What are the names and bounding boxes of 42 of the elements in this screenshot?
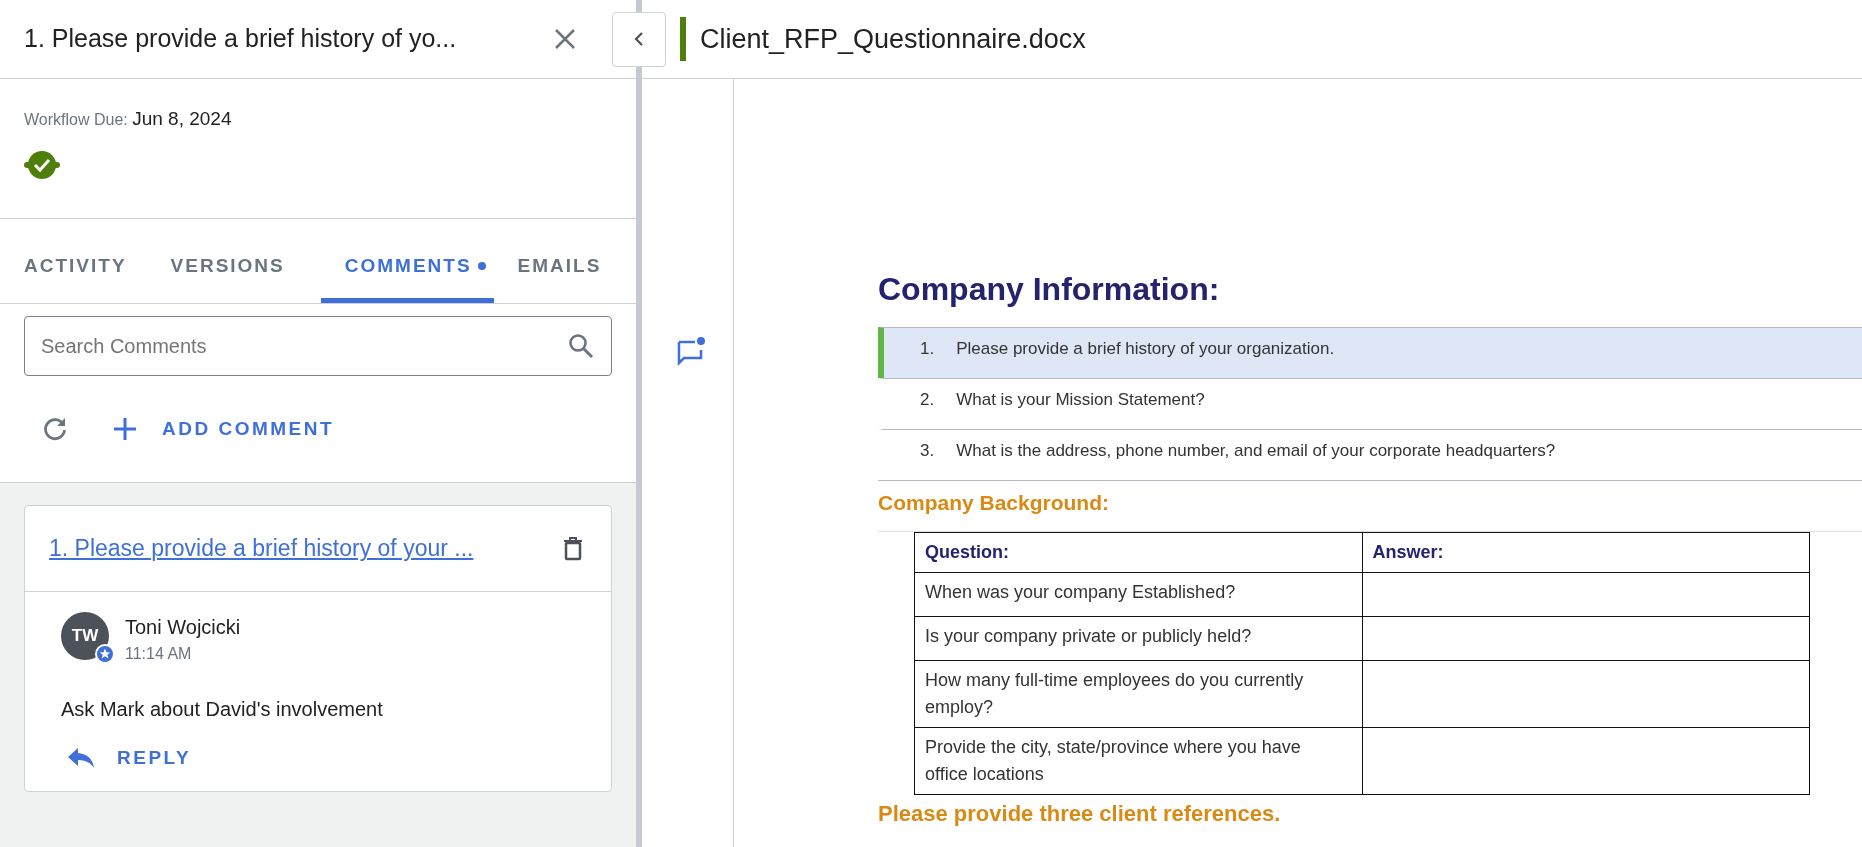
tab[interactable]: COMMENTS: [320, 251, 494, 303]
add-comment-button[interactable]: ADD COMMENT: [112, 414, 335, 444]
refresh-icon: [42, 416, 68, 442]
comment-title-link[interactable]: 1. Please provide a brief history of your ...: [49, 531, 539, 566]
question-text: What is the address, phone number, and email of your corporate headquarters?: [956, 440, 1556, 462]
list-number: 3.: [920, 440, 935, 462]
reply-icon: [67, 747, 95, 770]
file-status-bar: [680, 17, 686, 61]
reply-button[interactable]: REPLY: [61, 744, 192, 773]
question-text: Please provide a brief history of your organization.: [956, 338, 1335, 360]
tab[interactable]: EMAILS: [517, 251, 602, 303]
question-row[interactable]: 1. Please provide a brief history of your organization.: [878, 327, 1862, 378]
list-number: 1.: [920, 338, 935, 360]
table-cell: Provide the city, state/province where you have office locations: [914, 727, 1362, 794]
plus-icon: [112, 416, 138, 442]
trash-icon: [563, 536, 583, 561]
tab[interactable]: ACTIVITY: [24, 251, 127, 303]
column-header: Question:: [914, 532, 1362, 572]
question-text: What is your Mission Statement?: [956, 389, 1205, 411]
table-cell: How many full-time employees do you currently employ?: [914, 660, 1362, 727]
panel-title: 1. Please provide a brief history of yo...: [24, 23, 458, 55]
comment-icon[interactable]: [676, 336, 706, 366]
column-header: Answer:: [1362, 532, 1810, 572]
section-heading: Company Background:: [878, 480, 1862, 532]
author-name: Toni Wojcicki: [125, 615, 241, 640]
table-cell: Is your company private or publicly held?: [914, 616, 1362, 660]
comment-time: 11:14 AM: [125, 644, 193, 664]
workflow-due-date: Jun 8, 2024: [132, 108, 232, 129]
chevron-left-icon: [634, 31, 644, 47]
section-heading: Please provide three client references.: [878, 799, 1282, 828]
close-icon: [554, 28, 576, 50]
workflow-due-label: Workflow Due:: [24, 111, 128, 128]
tab[interactable]: VERSIONS: [170, 251, 285, 303]
question-row[interactable]: 2. What is your Mission Statement?: [878, 378, 1862, 429]
question-row[interactable]: 3. What is the address, phone number, and email of your corporate headquarters?: [878, 429, 1862, 480]
search-icon: [568, 333, 594, 359]
document-heading: Company Information:: [878, 270, 1221, 309]
list-number: 2.: [920, 389, 935, 411]
document-filename: Client_RFP_Questionnaire.docx: [700, 22, 1086, 56]
table-cell: When was your company Established?: [914, 572, 1362, 616]
search-field[interactable]: Search Comments: [24, 316, 612, 376]
comment-text: Ask Mark about David's involvement: [61, 697, 384, 722]
